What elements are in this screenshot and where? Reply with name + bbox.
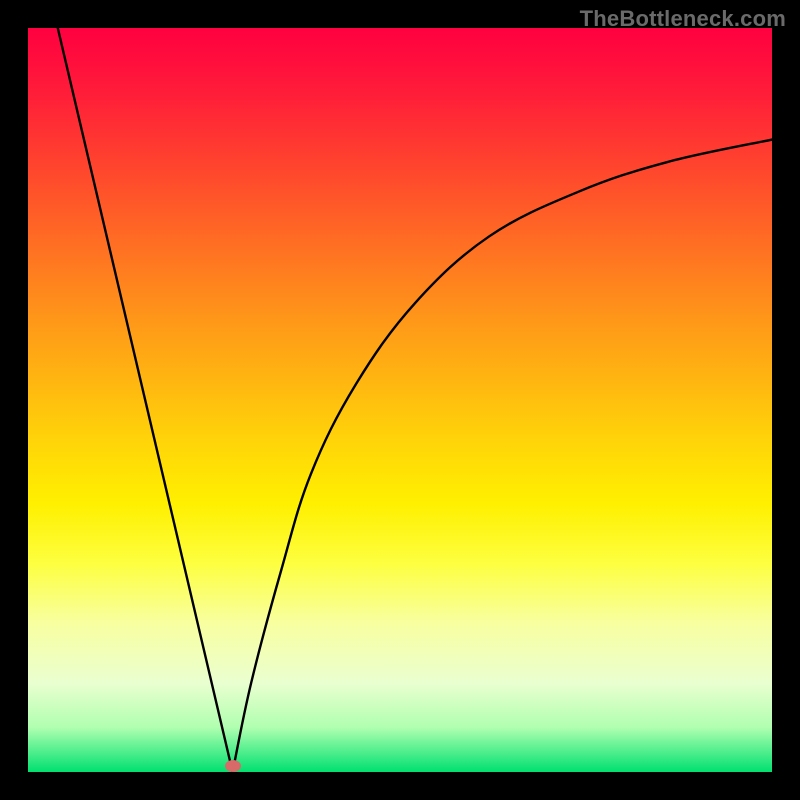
plot-area bbox=[28, 28, 772, 772]
watermark-text: TheBottleneck.com bbox=[580, 6, 786, 32]
bottleneck-curve bbox=[28, 28, 772, 772]
chart-frame: TheBottleneck.com bbox=[0, 0, 800, 800]
minimum-marker bbox=[225, 760, 241, 772]
